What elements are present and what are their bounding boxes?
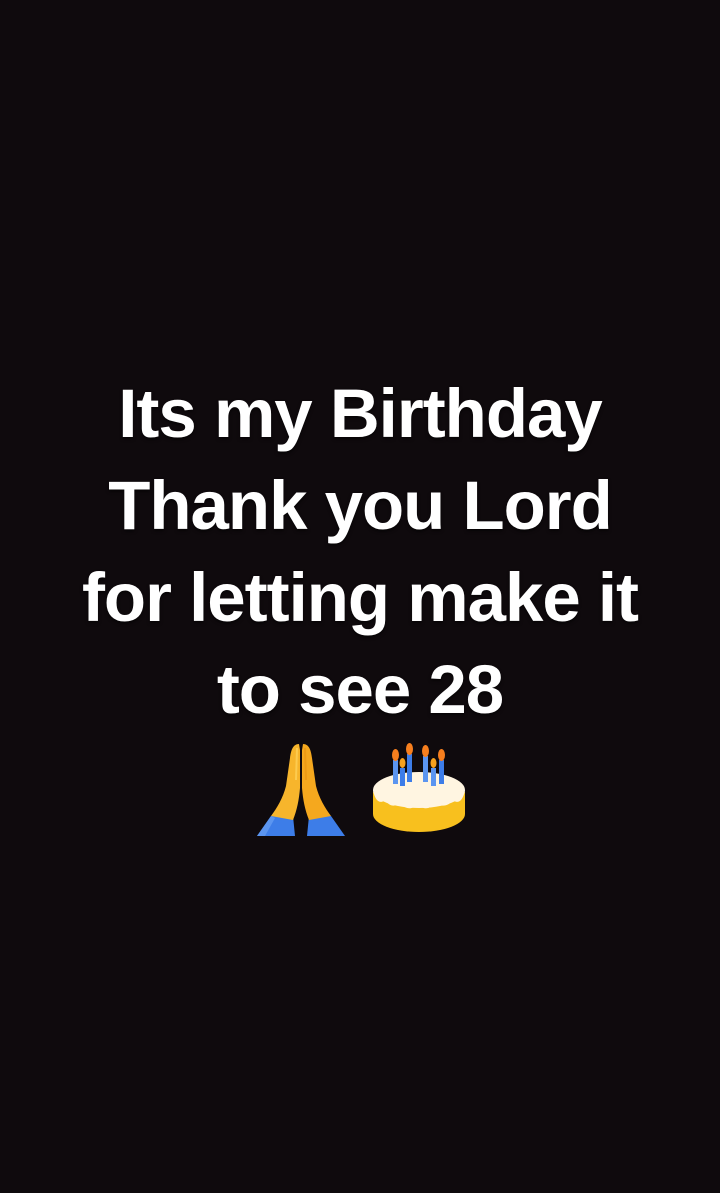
status-message: Its my Birthday Thank you Lord for letti… <box>0 368 720 736</box>
folded-hands-icon <box>257 744 345 836</box>
status-line-3: for letting make it <box>81 559 639 636</box>
status-screen: Its my Birthday Thank you Lord for letti… <box>0 0 720 1193</box>
status-line-4: to see 28 <box>216 651 504 728</box>
birthday-cake-icon <box>373 743 465 832</box>
status-line-1: Its my Birthday <box>118 375 602 452</box>
emoji-row <box>0 736 720 836</box>
status-line-2: Thank you Lord <box>108 467 613 544</box>
